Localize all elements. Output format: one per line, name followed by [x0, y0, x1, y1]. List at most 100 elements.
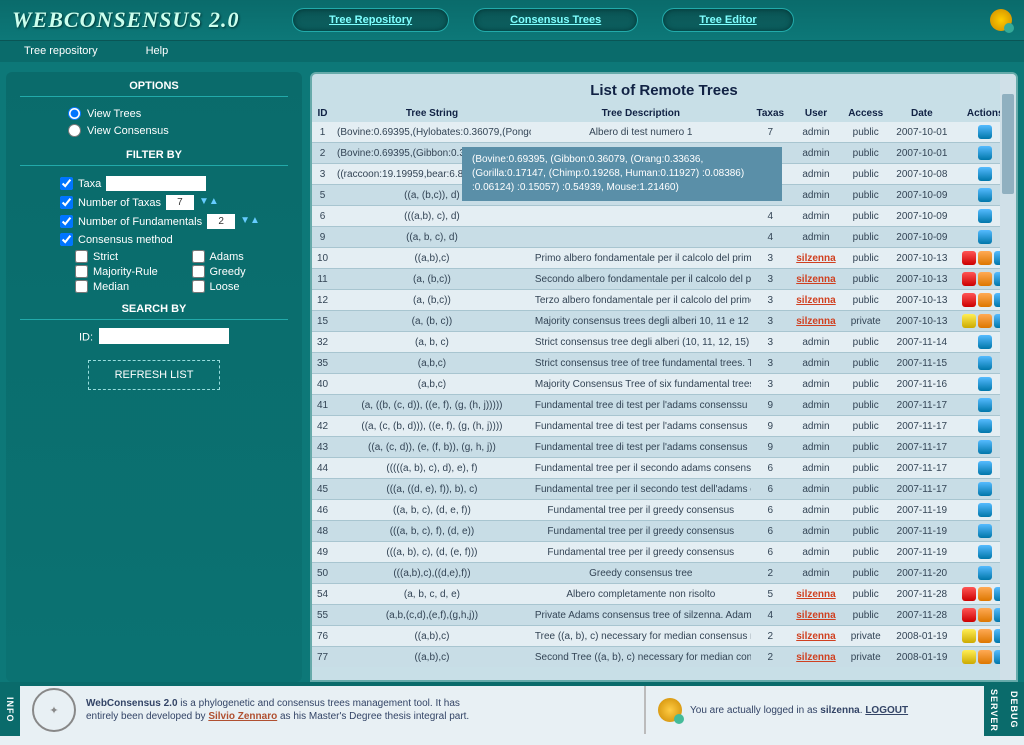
nav-consensus-trees[interactable]: Consensus Trees	[473, 8, 638, 32]
table-row[interactable]: 6(((a,b), c), d)4adminpublic2007-10-09	[312, 206, 1016, 227]
user-link[interactable]: silzenna	[796, 610, 835, 621]
action-blue-icon[interactable]	[978, 503, 992, 517]
input-num-fund[interactable]	[207, 214, 235, 229]
input-num-taxas[interactable]	[166, 195, 194, 210]
action-orange-icon[interactable]	[978, 314, 992, 328]
radio-view-trees[interactable]	[68, 107, 81, 120]
action-blue-icon[interactable]	[978, 461, 992, 475]
action-blue-icon[interactable]	[978, 167, 992, 181]
check-taxa[interactable]	[60, 177, 73, 190]
table-row[interactable]: 45(((a, ((d, e), f)), b), c)Fundamental …	[312, 479, 1016, 500]
action-orange-icon[interactable]	[978, 629, 992, 643]
debug-tab[interactable]: DEBUG	[1004, 684, 1024, 736]
action-blue-icon[interactable]	[978, 566, 992, 580]
table-row[interactable]: 40(a,b,c)Majority Consensus Tree of six …	[312, 374, 1016, 395]
action-yellow-icon[interactable]	[962, 650, 976, 664]
input-taxa[interactable]	[106, 176, 206, 191]
table-row[interactable]: 32(a, b, c)Strict consensus tree degli a…	[312, 332, 1016, 353]
action-red-icon[interactable]	[962, 272, 976, 286]
action-yellow-icon[interactable]	[962, 314, 976, 328]
table-row[interactable]: 1(Bovine:0.69395,(Hylobates:0.36079,(Pon…	[312, 122, 1016, 143]
info-tab[interactable]: INFO	[0, 684, 20, 736]
table-row[interactable]: 44(((((a, b), c), d), e), f)Fundamental …	[312, 458, 1016, 479]
col-tree-string[interactable]: Tree String	[333, 105, 531, 122]
check-greedy[interactable]	[192, 265, 205, 278]
table-row[interactable]: 10((a,b),c)Primo albero fondamentale per…	[312, 248, 1016, 269]
action-blue-icon[interactable]	[978, 524, 992, 538]
table-row[interactable]: 11(a, (b,c))Secondo albero fondamentale …	[312, 269, 1016, 290]
user-link[interactable]: silzenna	[796, 253, 835, 264]
action-orange-icon[interactable]	[978, 272, 992, 286]
check-strict[interactable]	[75, 250, 88, 263]
table-row[interactable]: 9((a, b, c), d)4adminpublic2007-10-09	[312, 227, 1016, 248]
table-row[interactable]: 76((a,b),c)Tree ((a, b), c) necessary fo…	[312, 626, 1016, 647]
col-description[interactable]: Tree Description	[531, 105, 751, 122]
action-blue-icon[interactable]	[978, 419, 992, 433]
table-row[interactable]: 12(a, (b,c))Terzo albero fondamentale pe…	[312, 290, 1016, 311]
action-blue-icon[interactable]	[978, 482, 992, 496]
col-taxas[interactable]: Taxas	[751, 105, 790, 122]
table-row[interactable]: 43((a, (c, d)), (e, (f, b)), (g, h, j))F…	[312, 437, 1016, 458]
action-orange-icon[interactable]	[978, 587, 992, 601]
vertical-scrollbar[interactable]	[1000, 74, 1016, 680]
table-row[interactable]: 50(((a,b),c),((d,e),f))Greedy consensus …	[312, 563, 1016, 584]
action-blue-icon[interactable]	[978, 209, 992, 223]
stepper-num-fund[interactable]: ▼▲	[240, 215, 256, 229]
user-link[interactable]: silzenna	[796, 295, 835, 306]
user-link[interactable]: silzenna	[796, 589, 835, 600]
action-yellow-icon[interactable]	[962, 629, 976, 643]
col-user[interactable]: User	[790, 105, 842, 122]
server-tab[interactable]: SERVER	[984, 684, 1004, 736]
nav-tree-repository[interactable]: Tree Repository	[292, 8, 449, 32]
action-red-icon[interactable]	[962, 293, 976, 307]
check-num-fund[interactable]	[60, 215, 73, 228]
check-num-taxas[interactable]	[60, 196, 73, 209]
action-orange-icon[interactable]	[978, 650, 992, 664]
table-row[interactable]: 48(((a, b, c), f), (d, e))Fundamental tr…	[312, 521, 1016, 542]
action-blue-icon[interactable]	[978, 377, 992, 391]
stepper-num-taxas[interactable]: ▼▲	[199, 196, 215, 210]
action-blue-icon[interactable]	[978, 125, 992, 139]
table-row[interactable]: 54(a, b, c, d, e)Albero completamente no…	[312, 584, 1016, 605]
user-link[interactable]: silzenna	[796, 274, 835, 285]
check-loose[interactable]	[192, 280, 205, 293]
action-blue-icon[interactable]	[978, 545, 992, 559]
action-red-icon[interactable]	[962, 587, 976, 601]
nav-tree-editor[interactable]: Tree Editor	[662, 8, 793, 32]
action-blue-icon[interactable]	[978, 146, 992, 160]
col-date[interactable]: Date	[889, 105, 954, 122]
action-blue-icon[interactable]	[978, 188, 992, 202]
action-red-icon[interactable]	[962, 608, 976, 622]
table-row[interactable]: 35(a,b,c)Strict consensus tree of tree f…	[312, 353, 1016, 374]
radio-view-consensus[interactable]	[68, 124, 81, 137]
action-blue-icon[interactable]	[978, 335, 992, 349]
table-row[interactable]: 55(a,b,(c,d),(e,f),(g,h,j))Private Adams…	[312, 605, 1016, 626]
table-row[interactable]: 15(a, (b, c))Majority consensus trees de…	[312, 311, 1016, 332]
input-id[interactable]	[99, 328, 229, 344]
action-blue-icon[interactable]	[978, 230, 992, 244]
table-row[interactable]: 42((a, (c, (b, d))), ((e, f), (g, (h, j)…	[312, 416, 1016, 437]
user-link[interactable]: silzenna	[796, 316, 835, 327]
table-row[interactable]: 41(a, ((b, (c, d)), ((e, f), (g, (h, j))…	[312, 395, 1016, 416]
action-red-icon[interactable]	[962, 251, 976, 265]
action-orange-icon[interactable]	[978, 251, 992, 265]
table-scroll[interactable]: ID Tree String Tree Description Taxas Us…	[312, 105, 1016, 667]
logout-link[interactable]: LOGOUT	[865, 705, 908, 716]
action-blue-icon[interactable]	[978, 356, 992, 370]
table-row[interactable]: 49(((a, b), c), (d, (e, f)))Fundamental …	[312, 542, 1016, 563]
action-blue-icon[interactable]	[978, 440, 992, 454]
col-access[interactable]: Access	[842, 105, 889, 122]
table-row[interactable]: 77((a,b),c)Second Tree ((a, b), c) neces…	[312, 647, 1016, 668]
user-link[interactable]: silzenna	[796, 631, 835, 642]
action-orange-icon[interactable]	[978, 293, 992, 307]
check-majority[interactable]	[75, 265, 88, 278]
action-blue-icon[interactable]	[978, 398, 992, 412]
check-median[interactable]	[75, 280, 88, 293]
col-id[interactable]: ID	[312, 105, 333, 122]
check-cmethod[interactable]	[60, 233, 73, 246]
refresh-list-button[interactable]: REFRESH LIST	[88, 360, 221, 390]
menu-help[interactable]: Help	[122, 41, 193, 62]
user-link[interactable]: silzenna	[796, 652, 835, 663]
check-adams[interactable]	[192, 250, 205, 263]
user-account-icon[interactable]	[990, 9, 1012, 31]
